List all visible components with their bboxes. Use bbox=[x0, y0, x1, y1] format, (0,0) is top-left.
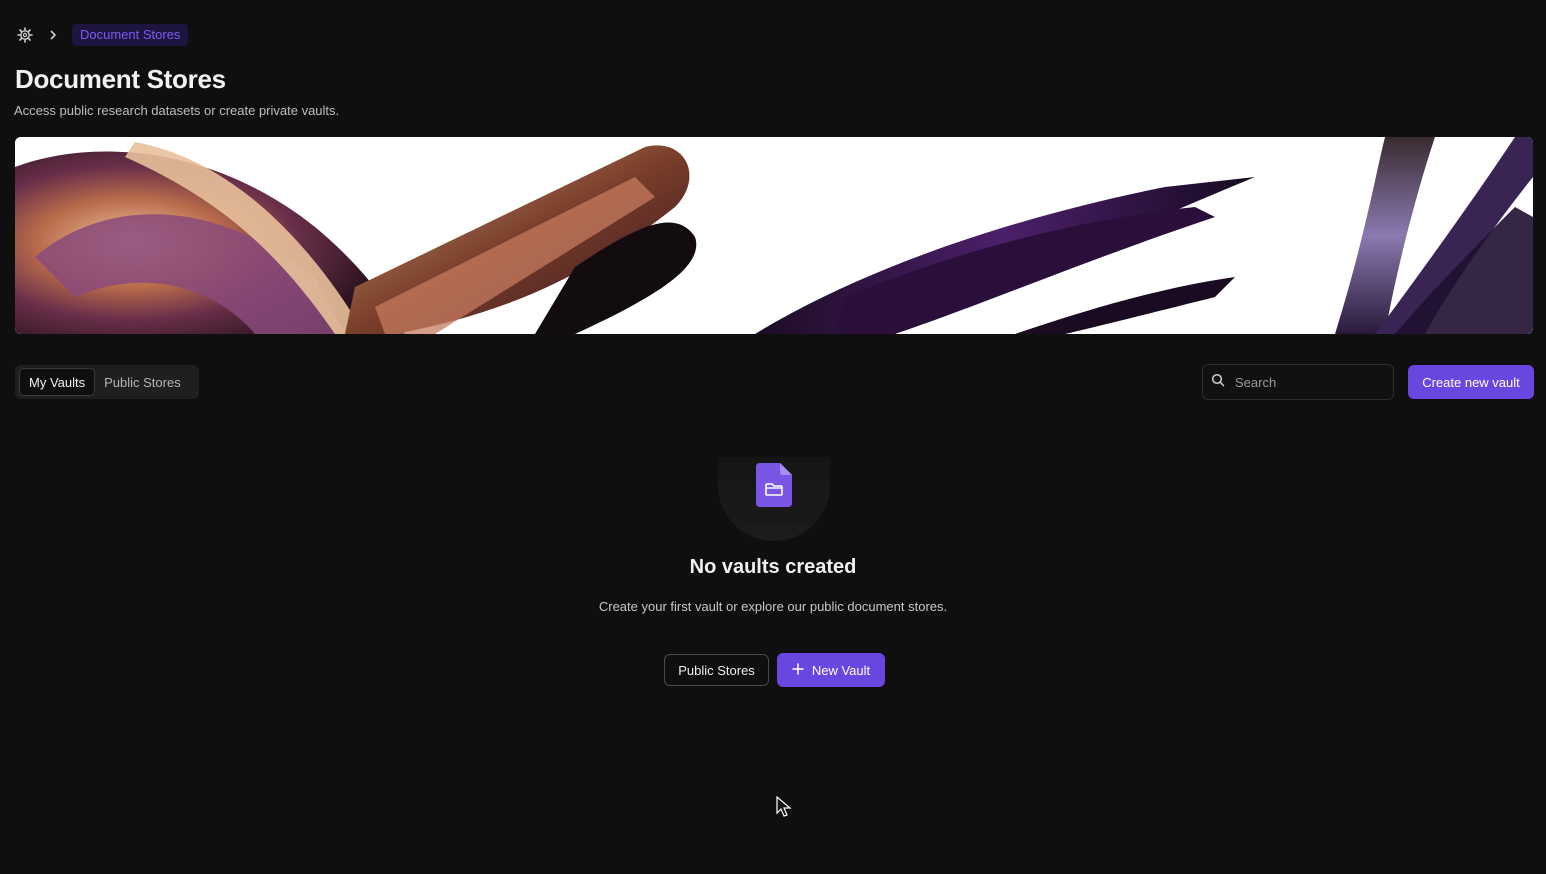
breadcrumb-current[interactable]: Document Stores bbox=[72, 24, 189, 46]
tab-public-stores[interactable]: Public Stores bbox=[95, 369, 190, 395]
chevron-right-icon bbox=[48, 30, 58, 40]
settings-gear-icon[interactable] bbox=[16, 26, 34, 44]
hero-banner-image bbox=[15, 137, 1533, 334]
search-icon bbox=[1211, 373, 1225, 392]
create-new-vault-button[interactable]: Create new vault bbox=[1408, 365, 1534, 399]
empty-state-title: No vaults created bbox=[689, 556, 857, 578]
public-stores-button[interactable]: Public Stores bbox=[664, 654, 769, 686]
search-input[interactable] bbox=[1233, 373, 1387, 391]
breadcrumb: Document Stores bbox=[16, 24, 189, 46]
tab-my-vaults[interactable]: My Vaults bbox=[19, 368, 96, 396]
new-vault-button[interactable]: New Vault bbox=[777, 653, 885, 687]
vault-tabs: My Vaults Public Stores bbox=[15, 365, 199, 399]
page-subtitle: Access public research datasets or creat… bbox=[14, 103, 340, 118]
search-box bbox=[1202, 364, 1394, 400]
plus-icon bbox=[792, 662, 804, 678]
page-title: Document Stores bbox=[15, 64, 226, 94]
mouse-cursor-icon bbox=[776, 795, 792, 818]
document-folder-icon bbox=[756, 463, 792, 507]
empty-state-description: Create your first vault or explore our p… bbox=[598, 599, 948, 614]
new-vault-label: New Vault bbox=[811, 662, 871, 678]
